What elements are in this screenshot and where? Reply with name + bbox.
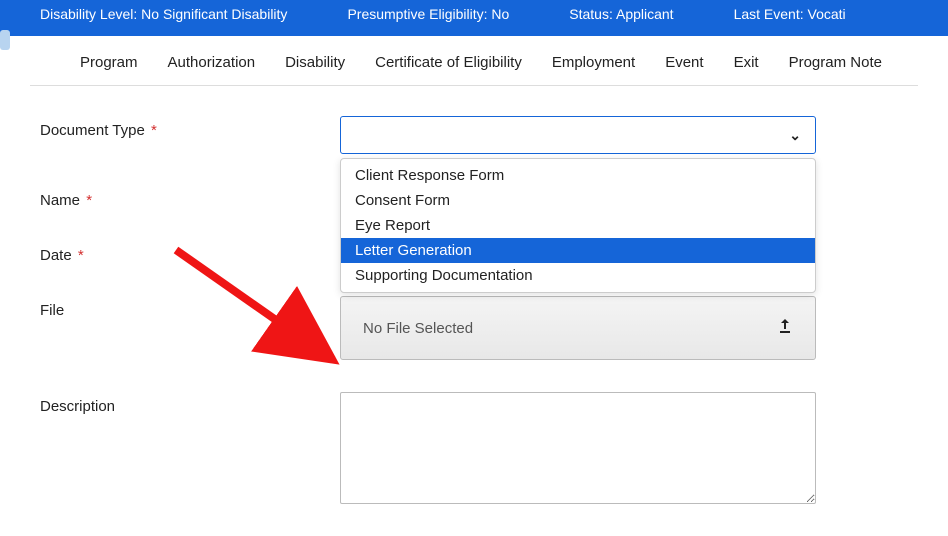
- required-asterisk: *: [151, 122, 157, 139]
- file-placeholder: No File Selected: [363, 320, 473, 337]
- label-description-text: Description: [40, 398, 115, 415]
- tab-exit[interactable]: Exit: [734, 54, 759, 71]
- label-description: Description: [40, 392, 340, 415]
- left-side-tab: [0, 30, 10, 50]
- tab-employment[interactable]: Employment: [552, 54, 635, 71]
- label-document-type-text: Document Type: [40, 122, 145, 139]
- tab-program-note[interactable]: Program Note: [789, 54, 882, 71]
- label-file-text: File: [40, 302, 64, 319]
- form-area: Document Type * ⌄ Client Response Form C…: [0, 86, 948, 504]
- status-status: Status: Applicant: [569, 6, 673, 22]
- required-asterisk: *: [78, 247, 84, 264]
- dropdown-option-letter-generation[interactable]: Letter Generation: [341, 238, 815, 263]
- status-bar: Disability Level: No Significant Disabil…: [0, 0, 948, 36]
- dropdown-option-consent-form[interactable]: Consent Form: [341, 188, 815, 213]
- status-presumptive: Presumptive Eligibility: No: [347, 6, 509, 22]
- label-name: Name *: [40, 186, 340, 209]
- upload-icon: [777, 318, 793, 339]
- chevron-down-icon: ⌄: [789, 127, 801, 144]
- tab-disability[interactable]: Disability: [285, 54, 345, 71]
- status-disability: Disability Level: No Significant Disabil…: [40, 6, 287, 22]
- label-file: File: [40, 296, 340, 319]
- file-upload-box[interactable]: No File Selected: [340, 296, 816, 360]
- label-date-text: Date: [40, 247, 72, 264]
- dropdown-option-supporting-doc[interactable]: Supporting Documentation: [341, 263, 815, 288]
- document-type-select-wrap: ⌄ Client Response Form Consent Form Eye …: [340, 116, 816, 154]
- dropdown-option-eye-report[interactable]: Eye Report: [341, 213, 815, 238]
- label-name-text: Name: [40, 192, 80, 209]
- tab-event[interactable]: Event: [665, 54, 703, 71]
- tab-authorization[interactable]: Authorization: [168, 54, 256, 71]
- tab-certificate[interactable]: Certificate of Eligibility: [375, 54, 522, 71]
- label-date: Date *: [40, 241, 340, 264]
- tab-navigation: Program Authorization Disability Certifi…: [30, 36, 918, 86]
- required-asterisk: *: [86, 192, 92, 209]
- label-document-type: Document Type *: [40, 116, 340, 139]
- tab-program[interactable]: Program: [80, 54, 138, 71]
- dropdown-option-client-response[interactable]: Client Response Form: [341, 163, 815, 188]
- document-type-select[interactable]: ⌄: [340, 116, 816, 154]
- document-type-dropdown: Client Response Form Consent Form Eye Re…: [340, 158, 816, 293]
- description-textarea[interactable]: [340, 392, 816, 504]
- status-last-event: Last Event: Vocati: [734, 6, 846, 22]
